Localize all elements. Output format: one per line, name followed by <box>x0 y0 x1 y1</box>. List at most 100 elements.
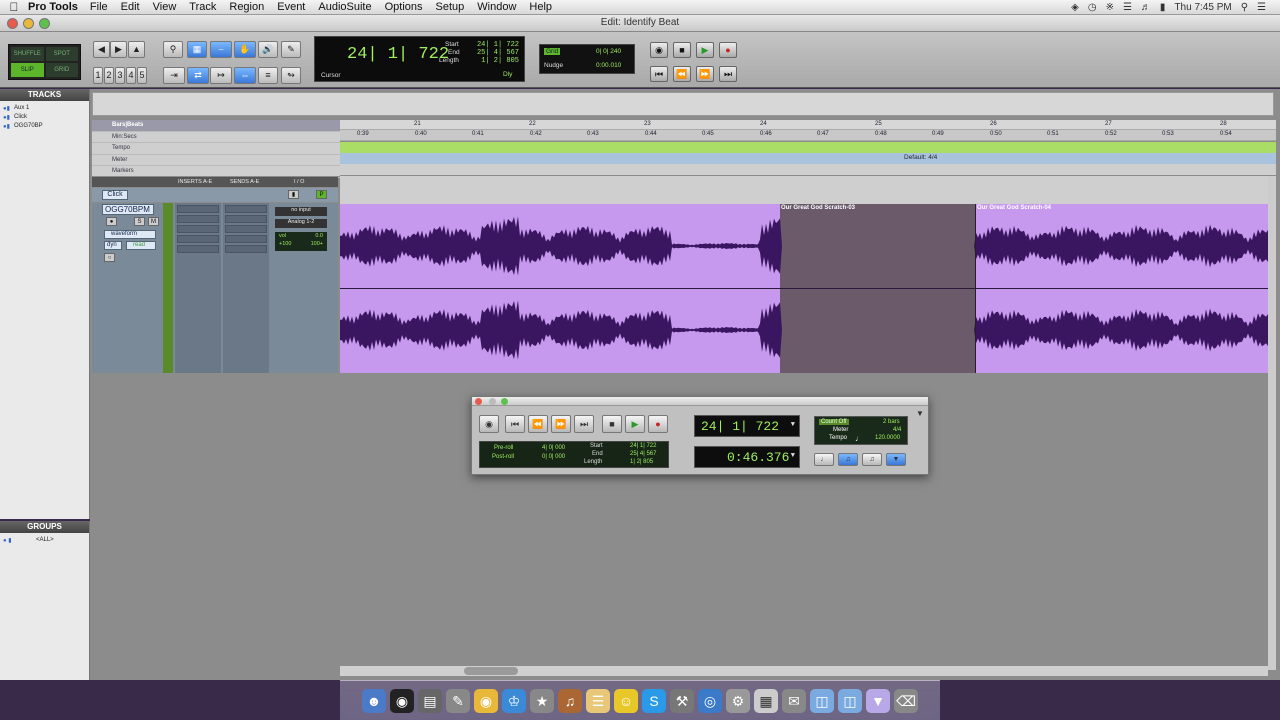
track-view-select[interactable]: waveform <box>104 230 156 239</box>
group-list-item[interactable]: ● ▮ <ALL> <box>0 537 89 546</box>
zoom-in-icon[interactable]: ▶ <box>110 41 127 58</box>
meter-value[interactable]: 4/4 <box>893 427 901 433</box>
spotlight-icon[interactable]: ⚲ <box>1241 2 1248 13</box>
zoom-preset-4[interactable]: 4 <box>126 67 136 84</box>
mirror-midi-icon[interactable]: ≡ <box>258 67 278 84</box>
ruler-tempo[interactable]: Tempo <box>92 143 340 155</box>
rewind-icon[interactable]: ⏪ <box>528 415 548 433</box>
insert-slot[interactable] <box>177 225 219 233</box>
transport-start-value[interactable]: 24| 1| 722 <box>630 443 656 449</box>
transport-options-icon[interactable]: ▼ <box>916 409 924 418</box>
fast-forward-icon[interactable]: ⏩ <box>696 66 714 82</box>
mode-slip[interactable]: SLIP <box>11 63 44 77</box>
transport-minimize-button[interactable] <box>489 398 496 405</box>
length-value[interactable]: 1| 2| 805 <box>475 57 519 65</box>
preroll-value[interactable]: 4| 0| 000 <box>542 445 565 451</box>
insert-slot[interactable] <box>177 245 219 253</box>
horizontal-scrollbar[interactable] <box>340 666 1268 676</box>
track-list-item[interactable]: ●▮ Aux 1 <box>0 105 89 114</box>
region-name-1[interactable]: Our Great God Scratch-03 <box>781 205 855 211</box>
app-menu[interactable]: Pro Tools <box>28 1 78 13</box>
chrome-icon[interactable]: ◉ <box>474 688 498 713</box>
play-icon[interactable]: ▶ <box>625 415 645 433</box>
tracks-header[interactable]: TRACKS <box>0 89 89 101</box>
inserts-column[interactable] <box>175 203 221 373</box>
nudge-value[interactable]: 0:00.010 <box>596 62 621 69</box>
send-slot[interactable] <box>225 215 267 223</box>
send-slot[interactable] <box>225 225 267 233</box>
track-list-item[interactable]: ●▮ OGG70BP <box>0 123 89 132</box>
sub-counter-dropdown-icon[interactable]: ▼ <box>791 452 795 460</box>
vol-value[interactable]: 0.0 <box>315 233 323 239</box>
go-to-end-icon[interactable]: ⏭ <box>719 66 737 82</box>
stop-icon[interactable]: ■ <box>602 415 622 433</box>
sends-column[interactable] <box>223 203 269 373</box>
output-select[interactable]: Analog 1-2 <box>275 219 327 228</box>
tab-to-transient-icon[interactable]: ⇥ <box>163 67 185 84</box>
mail-icon[interactable]: ✉ <box>782 688 806 713</box>
voice-icon[interactable]: ○ <box>104 253 115 262</box>
menu-region[interactable]: Region <box>229 1 264 13</box>
menubar-clock[interactable]: Thu 7:45 PM <box>1174 2 1231 13</box>
menu-track[interactable]: Track <box>189 1 216 13</box>
universe-view[interactable] <box>92 92 1274 116</box>
grabber-tool-icon[interactable]: ✋ <box>234 41 256 58</box>
midi-merge-icon[interactable]: ♫ <box>838 453 858 466</box>
insert-slot[interactable] <box>177 215 219 223</box>
cyberduck-icon[interactable]: ☺ <box>614 688 638 713</box>
transport-sub-counter[interactable]: 0:46.376 ▼ <box>694 446 800 468</box>
playlist-button[interactable]: dyn <box>104 241 122 250</box>
tempo-ruler-lane[interactable] <box>340 142 1276 153</box>
insert-slot[interactable] <box>177 205 219 213</box>
track-visible-icon[interactable]: ●▮ <box>3 123 10 130</box>
link-timeline-icon[interactable]: ⇄ <box>187 67 209 84</box>
preroll-label[interactable]: Pre-roll <box>494 445 513 451</box>
groups-header[interactable]: GROUPS <box>0 521 89 533</box>
audio-track-name[interactable]: OGG70BPM <box>102 204 154 215</box>
menu-window[interactable]: Window <box>477 1 516 13</box>
menu-event[interactable]: Event <box>277 1 305 13</box>
bluetooth-icon[interactable]: ※ <box>1106 2 1114 13</box>
click-track-plugin[interactable]: P <box>316 190 327 199</box>
trim-tool-icon[interactable]: ▦ <box>187 41 207 58</box>
input-select[interactable]: no input <box>275 207 327 216</box>
zoom-preset-5[interactable]: 5 <box>137 67 147 84</box>
meter-ruler-lane[interactable]: Default: 4/4 <box>340 153 1276 164</box>
online-icon[interactable]: ◉ <box>650 42 668 58</box>
region-name-2[interactable]: Our Great God Scratch-04 <box>977 205 1051 211</box>
min-secs-ruler[interactable]: 0:39 0:40 0:41 0:42 0:43 0:44 0:45 0:46 … <box>340 130 1276 141</box>
nudge-label[interactable]: Nudge <box>544 62 563 69</box>
solo-button[interactable]: S <box>134 217 145 226</box>
fast-forward-icon[interactable]: ⏩ <box>551 415 571 433</box>
volume-pan-box[interactable]: vol 0.0 +100 100+ <box>275 232 327 251</box>
markers-ruler-lane[interactable] <box>340 164 1276 175</box>
automation-mode-select[interactable]: read <box>126 241 156 250</box>
app-store-icon[interactable]: ♔ <box>502 688 526 713</box>
bars-beats-ruler[interactable]: 21 22 23 24 25 26 27 28 <box>340 120 1276 130</box>
system-prefs-icon[interactable]: ⚙ <box>726 688 750 713</box>
countoff-label[interactable]: Count Off <box>819 419 849 425</box>
ruler-min-secs[interactable]: Min:Secs <box>92 132 340 143</box>
menu-help[interactable]: Help <box>529 1 552 13</box>
timemachine-icon[interactable]: ◷ <box>1088 2 1097 13</box>
mode-spot[interactable]: SPOT <box>45 47 78 61</box>
xcode-icon[interactable]: ⚒ <box>670 688 694 713</box>
vertical-scrollbar[interactable] <box>1268 176 1276 670</box>
mode-shuffle[interactable]: SHUFFLE <box>11 47 44 61</box>
ruler-bars-beats[interactable]: Bars|Beats <box>92 120 340 132</box>
documents-folder-icon[interactable]: ◫ <box>838 688 862 713</box>
insertion-follows-icon[interactable]: ↦ <box>210 67 232 84</box>
track-visible-icon[interactable]: ●▮ <box>3 114 10 121</box>
track-list-item[interactable]: ●▮ Click <box>0 114 89 123</box>
pan-right-value[interactable]: 100+ <box>311 241 323 247</box>
stop-icon[interactable]: ■ <box>673 42 691 58</box>
dropbox-icon[interactable]: ◈ <box>1071 2 1079 13</box>
audio-midi-icon[interactable]: ▤ <box>418 688 442 713</box>
notification-icon[interactable]: ☰ <box>1257 2 1266 13</box>
meter-label[interactable]: Meter <box>833 427 848 433</box>
grid-label[interactable]: Grid <box>544 48 561 55</box>
conductor-icon[interactable]: ♫ <box>862 453 882 466</box>
go-to-end-icon[interactable]: ⏭ <box>574 415 594 433</box>
tempo-label[interactable]: Tempo <box>829 435 847 441</box>
transport-length-value[interactable]: 1| 2| 805 <box>630 459 653 465</box>
